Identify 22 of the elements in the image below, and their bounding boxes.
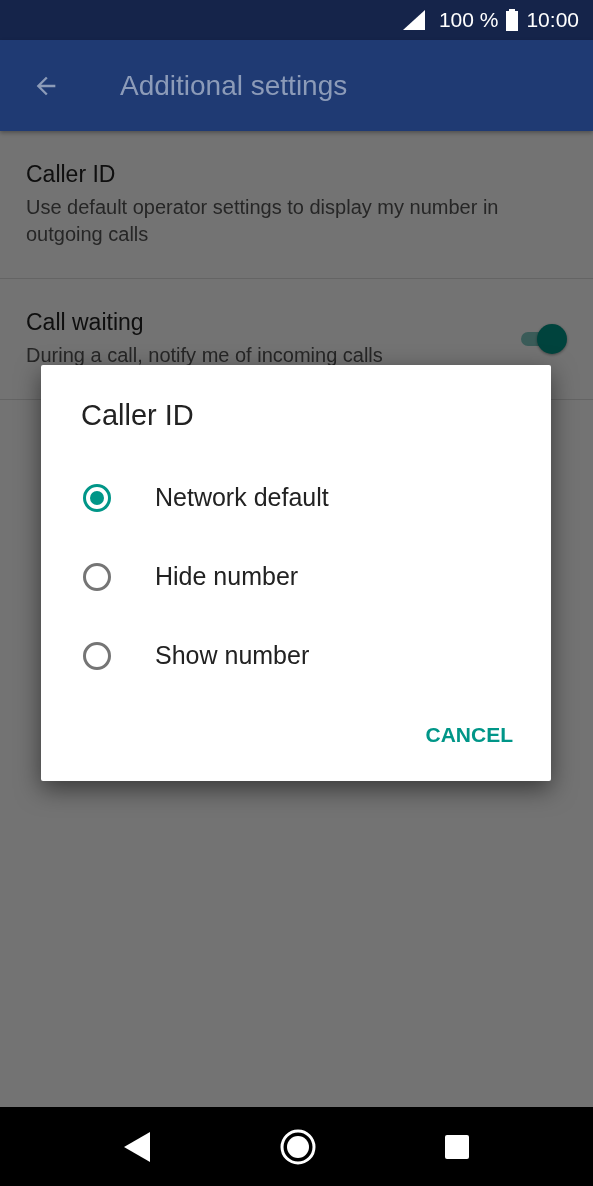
setting-summary: Use default operator settings to display my number in outgoing calls — [26, 195, 500, 247]
recents-icon[interactable] — [444, 1134, 469, 1159]
radio-button[interactable] — [83, 483, 111, 512]
battery-icon — [506, 9, 519, 31]
clock: 10:00 — [526, 8, 579, 32]
option-label[interactable]: Show number — [155, 641, 310, 670]
option-label[interactable]: Hide number — [155, 562, 299, 591]
signal-icon — [402, 10, 425, 30]
option-label[interactable]: Network default — [155, 483, 329, 512]
setting-summary: During a call, notify me of incoming calls — [26, 343, 384, 368]
setting-title: Caller ID — [26, 161, 117, 188]
setting-title: Call waiting — [26, 309, 145, 336]
home-icon[interactable] — [280, 1128, 317, 1165]
back-icon[interactable] — [124, 1131, 153, 1162]
battery-percent: 100 % — [438, 8, 499, 32]
radio-button[interactable] — [83, 641, 111, 670]
toggle-switch[interactable] — [519, 323, 567, 355]
cancel-button[interactable]: CANCEL — [409, 711, 529, 759]
setting-item[interactable]: Caller ID Use default operator settings to display my number in outgoing calls — [0, 131, 593, 279]
dialog-title: Caller ID — [81, 399, 195, 432]
screen-title: Additional settings — [120, 69, 348, 102]
radio-button[interactable] — [83, 562, 111, 591]
